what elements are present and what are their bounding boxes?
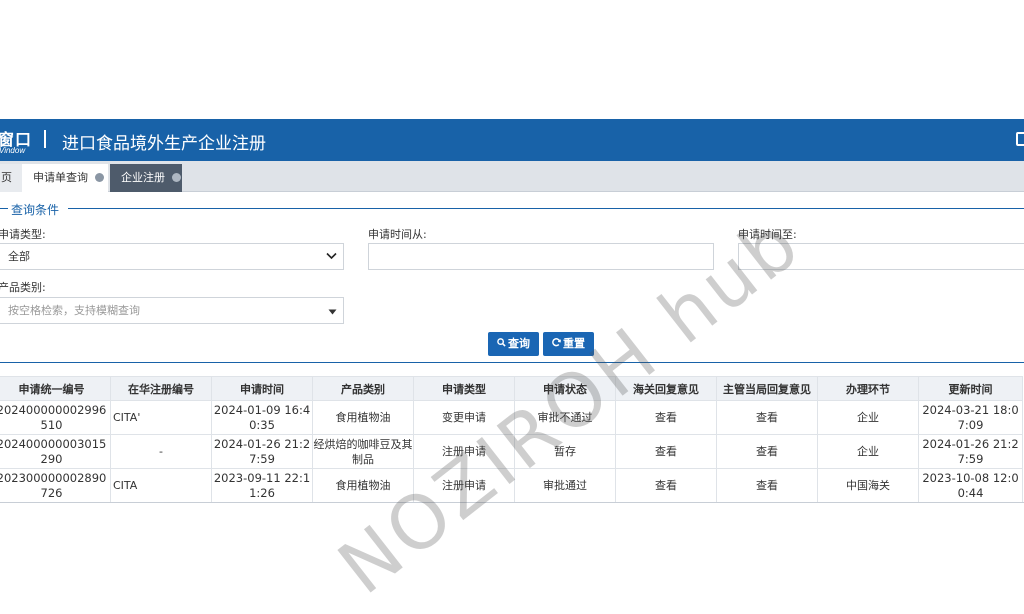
cell-type: 注册申请 bbox=[413, 468, 515, 503]
caret-down-icon bbox=[328, 306, 337, 317]
cell-reg: CITA' bbox=[110, 400, 212, 435]
close-circle-icon[interactable] bbox=[94, 172, 104, 182]
chevron-down-icon bbox=[326, 251, 337, 262]
cell-status: 审批不通过 bbox=[514, 400, 616, 435]
col-header-status[interactable]: 申请状态 bbox=[514, 376, 616, 401]
cell-updated: 2024-03-21 18:07:09 bbox=[918, 400, 1023, 435]
cell-stage: 企业 bbox=[817, 400, 919, 435]
close-circle-icon[interactable] bbox=[171, 172, 181, 182]
table-bottom-divider bbox=[0, 502, 1024, 503]
table-row[interactable]: 202400000003015290 - 2024-01-26 21:27:59… bbox=[0, 434, 1023, 469]
app-type-select[interactable]: 全部 bbox=[0, 243, 344, 270]
col-header-category[interactable]: 产品类别 bbox=[312, 376, 414, 401]
authority-view-link[interactable]: 查看 bbox=[716, 468, 818, 503]
cell-status: 审批通过 bbox=[514, 468, 616, 503]
table-row[interactable]: 202300000002890726 CITA 2023-09-11 22:11… bbox=[0, 468, 1023, 503]
customs-view-link[interactable]: 查看 bbox=[615, 400, 717, 435]
col-header-customs[interactable]: 海关回复意见 bbox=[615, 376, 717, 401]
tab-ent-label: 企业注册 bbox=[121, 171, 165, 184]
cell-updated: 2023-10-08 12:00:44 bbox=[918, 468, 1023, 503]
tab-bar: 页 申请单查询 企业注册 bbox=[0, 161, 1024, 192]
reset-button-label: 重置 bbox=[563, 337, 585, 350]
cell-time: 2024-01-26 21:27:59 bbox=[211, 434, 313, 469]
cell-time: 2023-09-11 22:11:26 bbox=[211, 468, 313, 503]
col-header-time[interactable]: 申请时间 bbox=[211, 376, 313, 401]
cell-stage: 企业 bbox=[817, 434, 919, 469]
cell-stage: 中国海关 bbox=[817, 468, 919, 503]
results-table: 申请统一编号 在华注册编号 申请时间 产品类别 申请类型 申请状态 海关回复意见… bbox=[0, 376, 1023, 503]
query-section-legend: 查询条件 bbox=[9, 201, 62, 218]
app-type-value: 全部 bbox=[8, 250, 30, 263]
cell-id: 202400000003015290 bbox=[0, 434, 111, 469]
authority-view-link[interactable]: 查看 bbox=[716, 434, 818, 469]
cell-updated: 2024-01-26 21:27:59 bbox=[918, 434, 1023, 469]
reset-button[interactable]: 重置 bbox=[543, 332, 594, 356]
category-select[interactable]: 按空格检索，支持模糊查询 bbox=[0, 297, 344, 324]
category-placeholder: 按空格检索，支持模糊查询 bbox=[8, 304, 140, 317]
cell-reg: CITA bbox=[110, 468, 212, 503]
logo-subtext: Vindow bbox=[0, 146, 26, 155]
exit-icon[interactable] bbox=[1016, 132, 1024, 146]
cell-type: 注册申请 bbox=[413, 434, 515, 469]
table-row[interactable]: 202400000002996510 CITA' 2024-01-09 16:4… bbox=[0, 400, 1023, 435]
tab-home[interactable]: 页 bbox=[0, 164, 22, 192]
app-header: 窗口 Vindow 进口食品境外生产企业注册 bbox=[0, 119, 1024, 161]
app-type-label: 申请类型: bbox=[0, 228, 46, 241]
time-from-label: 申请时间从: bbox=[368, 228, 427, 241]
col-header-type[interactable]: 申请类型 bbox=[413, 376, 515, 401]
search-button-label: 查询 bbox=[508, 337, 530, 350]
cell-category: 食用植物油 bbox=[312, 468, 414, 503]
section-divider bbox=[68, 208, 1024, 209]
authority-view-link[interactable]: 查看 bbox=[716, 400, 818, 435]
table-header-row: 申请统一编号 在华注册编号 申请时间 产品类别 申请类型 申请状态 海关回复意见… bbox=[0, 376, 1023, 401]
col-header-reg[interactable]: 在华注册编号 bbox=[110, 376, 212, 401]
search-button[interactable]: 查询 bbox=[488, 332, 539, 356]
tab-query-label: 申请单查询 bbox=[33, 171, 88, 184]
header-divider bbox=[44, 130, 46, 148]
page-title: 进口食品境外生产企业注册 bbox=[62, 134, 266, 154]
col-header-id[interactable]: 申请统一编号 bbox=[0, 376, 111, 401]
cell-time: 2024-01-09 16:40:35 bbox=[211, 400, 313, 435]
col-header-stage[interactable]: 办理环节 bbox=[817, 376, 919, 401]
cell-type: 变更申请 bbox=[413, 400, 515, 435]
customs-view-link[interactable]: 查看 bbox=[615, 468, 717, 503]
customs-view-link[interactable]: 查看 bbox=[615, 434, 717, 469]
col-header-authority[interactable]: 主管当局回复意见 bbox=[716, 376, 818, 401]
tab-enterprise-registration[interactable]: 企业注册 bbox=[110, 164, 182, 192]
cell-id: 202300000002890726 bbox=[0, 468, 111, 503]
time-from-input[interactable] bbox=[368, 243, 714, 270]
cell-status: 暂存 bbox=[514, 434, 616, 469]
time-to-input[interactable] bbox=[738, 243, 1024, 270]
tab-application-query[interactable]: 申请单查询 bbox=[22, 164, 108, 192]
cell-category: 经烘焙的咖啡豆及其制品 bbox=[312, 434, 414, 469]
section-divider bbox=[0, 208, 8, 209]
category-label: 产品类别: bbox=[0, 281, 46, 294]
refresh-icon bbox=[552, 332, 561, 356]
cell-category: 食用植物油 bbox=[312, 400, 414, 435]
magnifier-icon bbox=[497, 332, 506, 356]
time-to-label: 申请时间至: bbox=[738, 228, 797, 241]
col-header-updated[interactable]: 更新时间 bbox=[918, 376, 1023, 401]
tab-home-label: 页 bbox=[1, 171, 12, 184]
cell-reg: - bbox=[110, 434, 212, 469]
cell-id: 202400000002996510 bbox=[0, 400, 111, 435]
table-divider bbox=[0, 362, 1024, 363]
